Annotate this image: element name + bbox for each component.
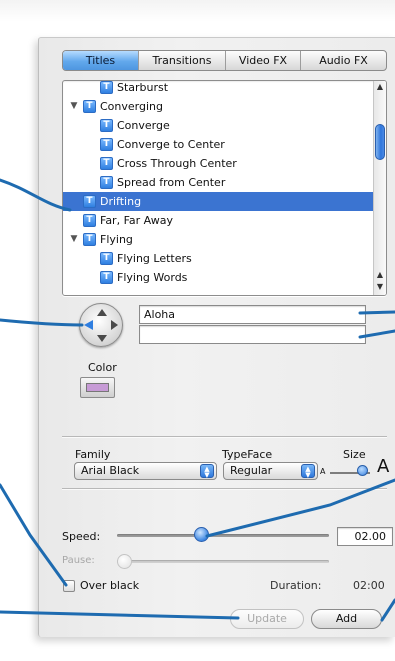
- add-button[interactable]: Add: [311, 609, 382, 629]
- family-value: Arial Black: [81, 464, 140, 477]
- title-list-item[interactable]: T Drifting: [63, 192, 374, 211]
- title-list-item-label: Starburst: [117, 81, 169, 94]
- title-list-item-label: Spread from Center: [117, 176, 226, 189]
- title-text-field-1[interactable]: Aloha: [139, 305, 366, 324]
- color-swatch: [86, 383, 109, 392]
- title-list-item[interactable]: T Flying Words: [63, 268, 374, 287]
- typeface-popup[interactable]: Regular ▲ ▼: [223, 462, 318, 480]
- title-list-item-label: Converging: [100, 100, 163, 113]
- speed-slider-track[interactable]: [117, 534, 329, 537]
- pause-slider-knob: [117, 554, 132, 569]
- duration-value: 02:00: [353, 579, 385, 592]
- over-black-label[interactable]: Over black: [80, 579, 139, 592]
- title-style-icon: T: [100, 252, 113, 265]
- size-slider-knob[interactable]: [357, 465, 368, 476]
- update-button[interactable]: Update: [230, 609, 304, 629]
- title-style-icon: T: [83, 214, 96, 227]
- title-style-icon: T: [83, 233, 96, 246]
- arrow-down-icon[interactable]: [97, 335, 107, 342]
- title-style-icon: T: [100, 176, 113, 189]
- disclosure-triangle-icon[interactable]: ▼: [69, 230, 79, 249]
- title-style-icon: T: [100, 119, 113, 132]
- scroll-down-arrow-icon[interactable]: ▼: [374, 281, 386, 293]
- popup-arrows-icon: ▲ ▼: [200, 464, 214, 479]
- size-label: Size: [343, 448, 366, 461]
- title-list-scrollbar[interactable]: ▲ ▲ ▼: [373, 81, 386, 295]
- title-list-item-label: Flying: [100, 233, 133, 246]
- tab-transitions[interactable]: Transitions: [138, 51, 225, 70]
- typeface-label: TypeFace: [222, 448, 273, 461]
- direction-pad[interactable]: [79, 303, 123, 347]
- duration-label: Duration:: [270, 579, 322, 592]
- title-list-item[interactable]: T Spread from Center: [63, 173, 374, 192]
- arrow-up-icon[interactable]: [97, 309, 107, 316]
- title-list-item-label: Converge to Center: [117, 138, 225, 151]
- speed-label: Speed:: [62, 530, 101, 543]
- title-style-icon: T: [100, 157, 113, 170]
- title-list[interactable]: T Starburst ▼ T Converging T Converge T Converge…: [62, 80, 387, 296]
- title-list-item-label: Converge: [117, 119, 170, 132]
- over-black-checkbox[interactable]: [63, 580, 75, 592]
- tab-video-fx[interactable]: Video FX: [225, 51, 300, 70]
- pause-label: Pause:: [62, 555, 95, 566]
- arrow-right-icon[interactable]: [111, 320, 118, 330]
- color-well[interactable]: [80, 377, 115, 398]
- scroll-up-arrow-icon[interactable]: ▲: [374, 81, 386, 93]
- family-label: Family: [75, 448, 111, 461]
- title-list-item[interactable]: ▼ T Converging: [63, 97, 374, 116]
- title-list-item-label: Flying Letters: [117, 252, 192, 265]
- tab-titles[interactable]: Titles: [63, 51, 138, 70]
- title-list-item[interactable]: T Flying Letters: [63, 249, 374, 268]
- title-list-item[interactable]: T Converge: [63, 116, 374, 135]
- title-style-icon: T: [100, 138, 113, 151]
- speed-field[interactable]: 02.00: [337, 527, 393, 546]
- title-list-item[interactable]: ▼ T Flying: [63, 230, 374, 249]
- title-style-icon: T: [83, 195, 96, 208]
- size-large-icon: A: [377, 456, 390, 477]
- title-list-item[interactable]: T Converge to Center: [63, 135, 374, 154]
- pause-slider-track: [117, 560, 329, 563]
- title-style-icon: T: [83, 100, 96, 113]
- scrollbar-thumb[interactable]: [375, 124, 385, 160]
- title-list-item[interactable]: T Starburst: [63, 81, 374, 97]
- title-style-icon: T: [100, 81, 113, 94]
- typeface-value: Regular: [230, 464, 273, 477]
- arrow-left-icon[interactable]: [84, 320, 93, 330]
- size-small-icon: A: [320, 467, 326, 476]
- title-list-item-label: Drifting: [100, 195, 142, 208]
- disclosure-triangle-icon[interactable]: ▼: [69, 97, 79, 116]
- color-label: Color: [88, 361, 117, 374]
- title-list-item[interactable]: T Far, Far Away: [63, 211, 374, 230]
- title-list-item-label: Far, Far Away: [100, 214, 173, 227]
- family-popup[interactable]: Arial Black ▲ ▼: [74, 462, 217, 480]
- title-list-item-label: Flying Words: [117, 271, 188, 284]
- title-list-item[interactable]: T Cross Through Center: [63, 154, 374, 173]
- popup-arrows-icon: ▲ ▼: [301, 464, 315, 479]
- divider: [62, 488, 387, 489]
- tab-audio-fx[interactable]: Audio FX: [300, 51, 386, 70]
- title-list-item-label: Cross Through Center: [117, 157, 237, 170]
- title-style-icon: T: [100, 271, 113, 284]
- scroll-up-arrow-icon[interactable]: ▲: [374, 269, 386, 281]
- title-text-field-2[interactable]: [139, 325, 366, 344]
- tab-bar: Titles Transitions Video FX Audio FX: [62, 50, 387, 71]
- divider: [62, 436, 387, 437]
